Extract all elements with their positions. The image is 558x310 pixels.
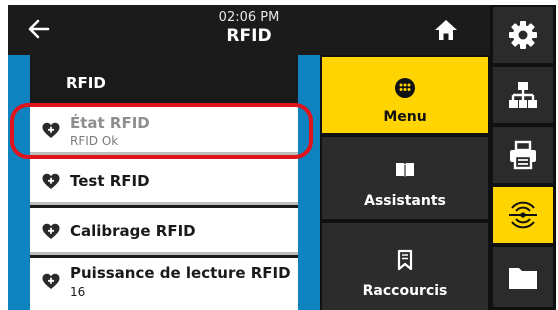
right-accent-stripe [298, 55, 320, 310]
menu-grid-icon [395, 78, 415, 98]
print-button[interactable] [493, 127, 553, 183]
left-accent-stripe [8, 55, 30, 310]
book-icon [396, 163, 414, 178]
header-bar: 02:06 PM RFID [8, 5, 490, 55]
rfid-button[interactable] [493, 187, 553, 243]
list-item-rfid-test[interactable]: Test RFID [30, 158, 298, 205]
heart-plus-icon [42, 223, 60, 239]
folder-icon [509, 268, 537, 289]
list-item-rfid-read-power[interactable]: Puissance de lecture RFID 16 [30, 258, 298, 310]
heart-plus-icon [42, 273, 60, 289]
menu-item-label: Raccourcis [362, 283, 448, 299]
page-title: RFID [226, 26, 272, 46]
menu-item-label: Menu [383, 109, 427, 125]
list-item-label: Calibrage RFID [70, 222, 196, 240]
main-menu: Menu Assistants Raccourcis [320, 55, 490, 310]
printer-icon [510, 140, 536, 170]
list-item-value: RFID Ok [70, 134, 119, 148]
menu-item-label: Assistants [364, 193, 446, 209]
menu-item-shortcuts[interactable]: Raccourcis [322, 223, 488, 310]
heart-plus-icon [42, 173, 60, 189]
list-item-label: Puissance de lecture RFID [70, 264, 291, 282]
files-button[interactable] [493, 247, 553, 307]
right-icon-bar [490, 5, 556, 310]
list-item-value: 16 [70, 285, 86, 299]
clock-time: 02:06 PM [218, 10, 280, 25]
settings-button[interactable] [493, 7, 553, 63]
list-item-rfid-status[interactable]: État RFID RFID Ok [30, 107, 298, 155]
rfid-icon [509, 201, 537, 229]
heart-plus-icon [42, 122, 60, 138]
printer-screen: 02:06 PM RFID RFID État RFID RFID Ok Tes… [8, 5, 556, 310]
rfid-list: RFID État RFID RFID Ok Test RFID Calibra… [30, 55, 298, 310]
list-item-rfid-calibration[interactable]: Calibrage RFID [30, 208, 298, 255]
list-heading: RFID [66, 74, 106, 92]
home-button[interactable] [432, 17, 460, 43]
list-item-label: État RFID [70, 114, 150, 132]
menu-item-menu[interactable]: Menu [322, 57, 488, 133]
home-icon [435, 20, 457, 40]
network-icon [509, 82, 537, 108]
menu-item-wizards[interactable]: Assistants [322, 137, 488, 219]
network-button[interactable] [493, 67, 553, 123]
bookmark-icon [397, 249, 413, 271]
gear-icon [509, 21, 537, 49]
list-item-label: Test RFID [70, 172, 150, 190]
